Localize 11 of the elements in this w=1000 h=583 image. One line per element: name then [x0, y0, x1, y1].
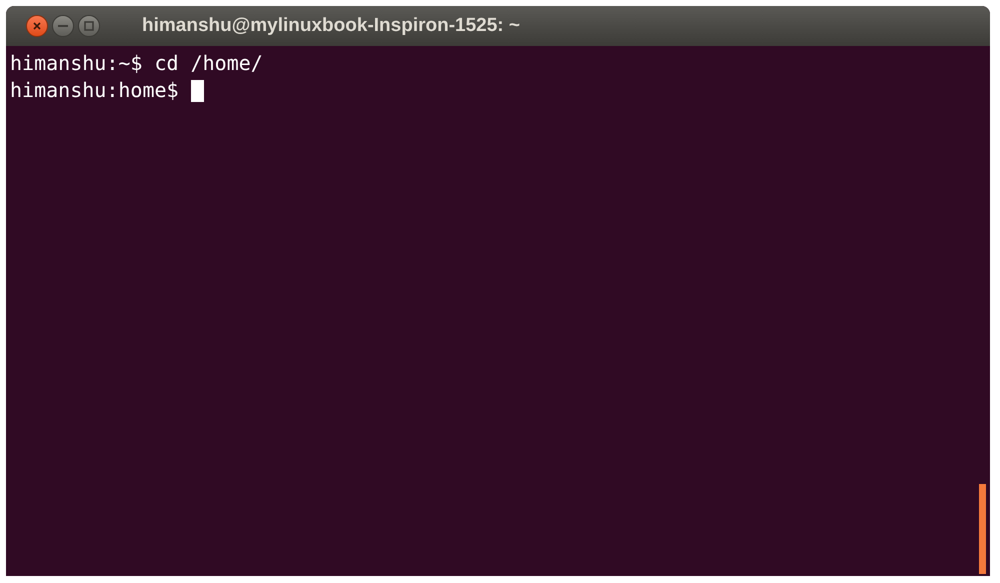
- text-cursor: [190, 80, 204, 102]
- shell-prompt: himanshu:~$: [10, 50, 142, 77]
- close-button[interactable]: [26, 15, 48, 37]
- close-icon: [32, 21, 42, 31]
- shell-command: cd /home/: [154, 50, 263, 77]
- maximize-button[interactable]: [78, 15, 100, 37]
- shell-prompt: himanshu:home$: [10, 77, 179, 104]
- window-title: himanshu@mylinuxbook-Inspiron-1525: ~: [142, 14, 520, 38]
- minimize-icon: [58, 24, 68, 28]
- maximize-icon: [84, 21, 94, 31]
- minimize-button[interactable]: [52, 15, 74, 37]
